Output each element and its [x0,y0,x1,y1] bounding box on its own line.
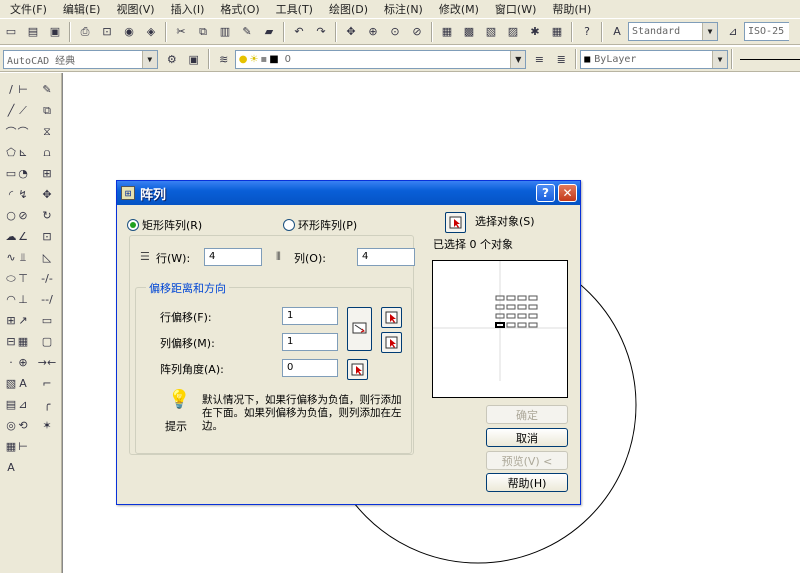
rect-array-group: ☰ 行(W): 4 ⦀ 列(O): 4 偏移距离和方向 行偏移(F): 1 列偏… [129,235,415,455]
tip-label: 提示 [165,420,187,433]
radio-polar-label: 环形阵列(P) [298,219,358,232]
array-preview [432,260,568,398]
row-offset-label: 行偏移(F): [160,311,212,324]
pick-row-offset-button[interactable] [381,307,402,328]
pick-point-icon [385,336,397,348]
radio-rect-label: 矩形阵列(R) [142,219,203,232]
selected-count-text: 已选择 0 个对象 [433,238,513,251]
radio-polar-array[interactable]: 环形阵列(P) [283,217,357,233]
dialog-title: 阵列 [140,187,167,203]
preview-drawing [433,261,567,381]
help-button[interactable]: 帮助(H) [486,473,568,492]
radio-circle-selected [127,219,139,231]
select-objects-button[interactable] [445,212,466,233]
radio-rectangular-array[interactable]: 矩形阵列(R) [127,217,202,233]
angle-input[interactable]: 0 [282,359,338,377]
array-app-icon: ⊞ [121,186,135,200]
array-dialog: ⊞ 阵列 ? ✕ 矩形阵列(R) 环形阵列(P) 选择对象(S) 已选择 0 个… [116,180,581,505]
columns-input[interactable]: 4 [357,248,415,266]
preview-button[interactable]: 预览(V) < [486,451,568,470]
rows-label: 行(W): [156,252,191,265]
tip-text: 默认情况下，如果行偏移为负值，则行添加在下面。如果列偏移为负值，则列添加在左边。 [202,394,402,432]
offset-group: 偏移距离和方向 行偏移(F): 1 列偏移(M): 1 阵列角度(A): 0 💡… [135,280,412,454]
columns-icon: ⦀ [276,250,281,263]
col-offset-label: 列偏移(M): [160,337,215,350]
columns-label: 列(O): [294,252,326,265]
select-objects-label: 选择对象(S) [475,215,535,228]
cancel-button[interactable]: 取消 [486,428,568,447]
angle-label: 阵列角度(A): [160,363,224,376]
pick-point-icon [385,311,397,323]
select-objects-icon [449,216,461,228]
row-offset-input[interactable]: 1 [282,307,338,325]
col-offset-input[interactable]: 1 [282,333,338,351]
dialog-title-bar[interactable]: ⊞ 阵列 ? ✕ [117,181,580,205]
pick-angle-button[interactable] [347,359,368,380]
radio-circle [283,219,295,231]
offset-group-title: 偏移距离和方向 [146,280,229,296]
pick-col-offset-button[interactable] [381,332,402,353]
help-icon[interactable]: ? [536,184,555,202]
ok-button[interactable]: 确定 [486,405,568,424]
close-icon[interactable]: ✕ [558,184,577,202]
rows-icon: ☰ [140,250,150,263]
rows-input[interactable]: 4 [204,248,262,266]
lightbulb-icon: 💡 [168,389,191,410]
pick-both-offsets-button[interactable] [347,307,372,351]
pick-both-offsets-icon [352,322,366,334]
pick-point-icon [351,363,363,375]
